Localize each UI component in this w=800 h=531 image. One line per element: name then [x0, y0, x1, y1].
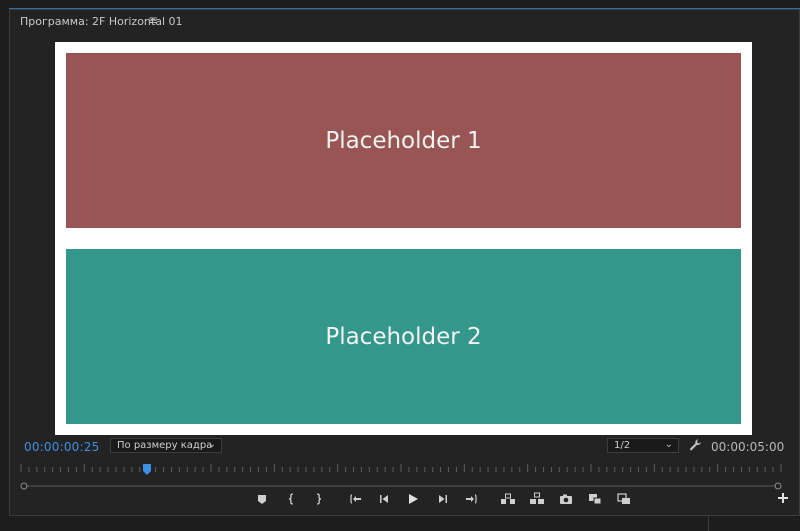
placeholder-1: Placeholder 1	[66, 53, 741, 228]
placeholder-1-label: Placeholder 1	[325, 127, 482, 154]
go-to-out-icon[interactable]	[463, 491, 479, 507]
hamburger-menu-icon[interactable]: ≡	[148, 13, 158, 27]
zoom-level-value: По размеру кадра	[117, 440, 213, 451]
zoom-level-select[interactable]: По размеру кадра ⌄	[110, 438, 222, 453]
playback-resolution-select[interactable]: 1/2 ⌄	[607, 438, 679, 453]
play-icon[interactable]	[405, 491, 421, 507]
insert-icon[interactable]	[587, 491, 603, 507]
placeholder-2-label: Placeholder 2	[325, 323, 482, 350]
chevron-down-icon: ⌄	[207, 439, 216, 450]
add-marker-icon[interactable]	[254, 491, 270, 507]
program-monitor-canvas: Placeholder 1 Placeholder 2	[55, 42, 752, 435]
zoom-scrollbar[interactable]	[20, 475, 782, 490]
extract-icon[interactable]	[529, 491, 545, 507]
overwrite-icon[interactable]	[616, 491, 632, 507]
panel-title[interactable]: Программа: 2F Horizontal 01	[20, 15, 183, 28]
playback-resolution-value: 1/2	[614, 440, 631, 451]
chevron-down-icon: ⌄	[664, 439, 673, 450]
step-back-icon[interactable]	[376, 491, 392, 507]
playhead-handle[interactable]	[142, 461, 152, 475]
step-forward-icon[interactable]	[435, 491, 451, 507]
duration-timecode: 00:00:05:00	[711, 440, 785, 454]
panel-divider	[708, 516, 709, 531]
placeholder-2: Placeholder 2	[66, 249, 741, 424]
panel-tab-bar: Программа: 2F Horizontal 01 ≡	[10, 10, 799, 34]
transport-controls	[250, 491, 650, 507]
mark-out-icon[interactable]	[310, 491, 326, 507]
export-frame-icon[interactable]	[558, 491, 574, 507]
mark-in-icon[interactable]	[284, 491, 300, 507]
wrench-icon[interactable]	[689, 437, 703, 451]
time-ruler[interactable]	[20, 462, 782, 472]
go-to-in-icon[interactable]	[348, 491, 364, 507]
plus-icon[interactable]	[776, 490, 790, 504]
current-timecode[interactable]: 00:00:00:25	[24, 440, 99, 454]
lift-icon[interactable]	[500, 491, 516, 507]
